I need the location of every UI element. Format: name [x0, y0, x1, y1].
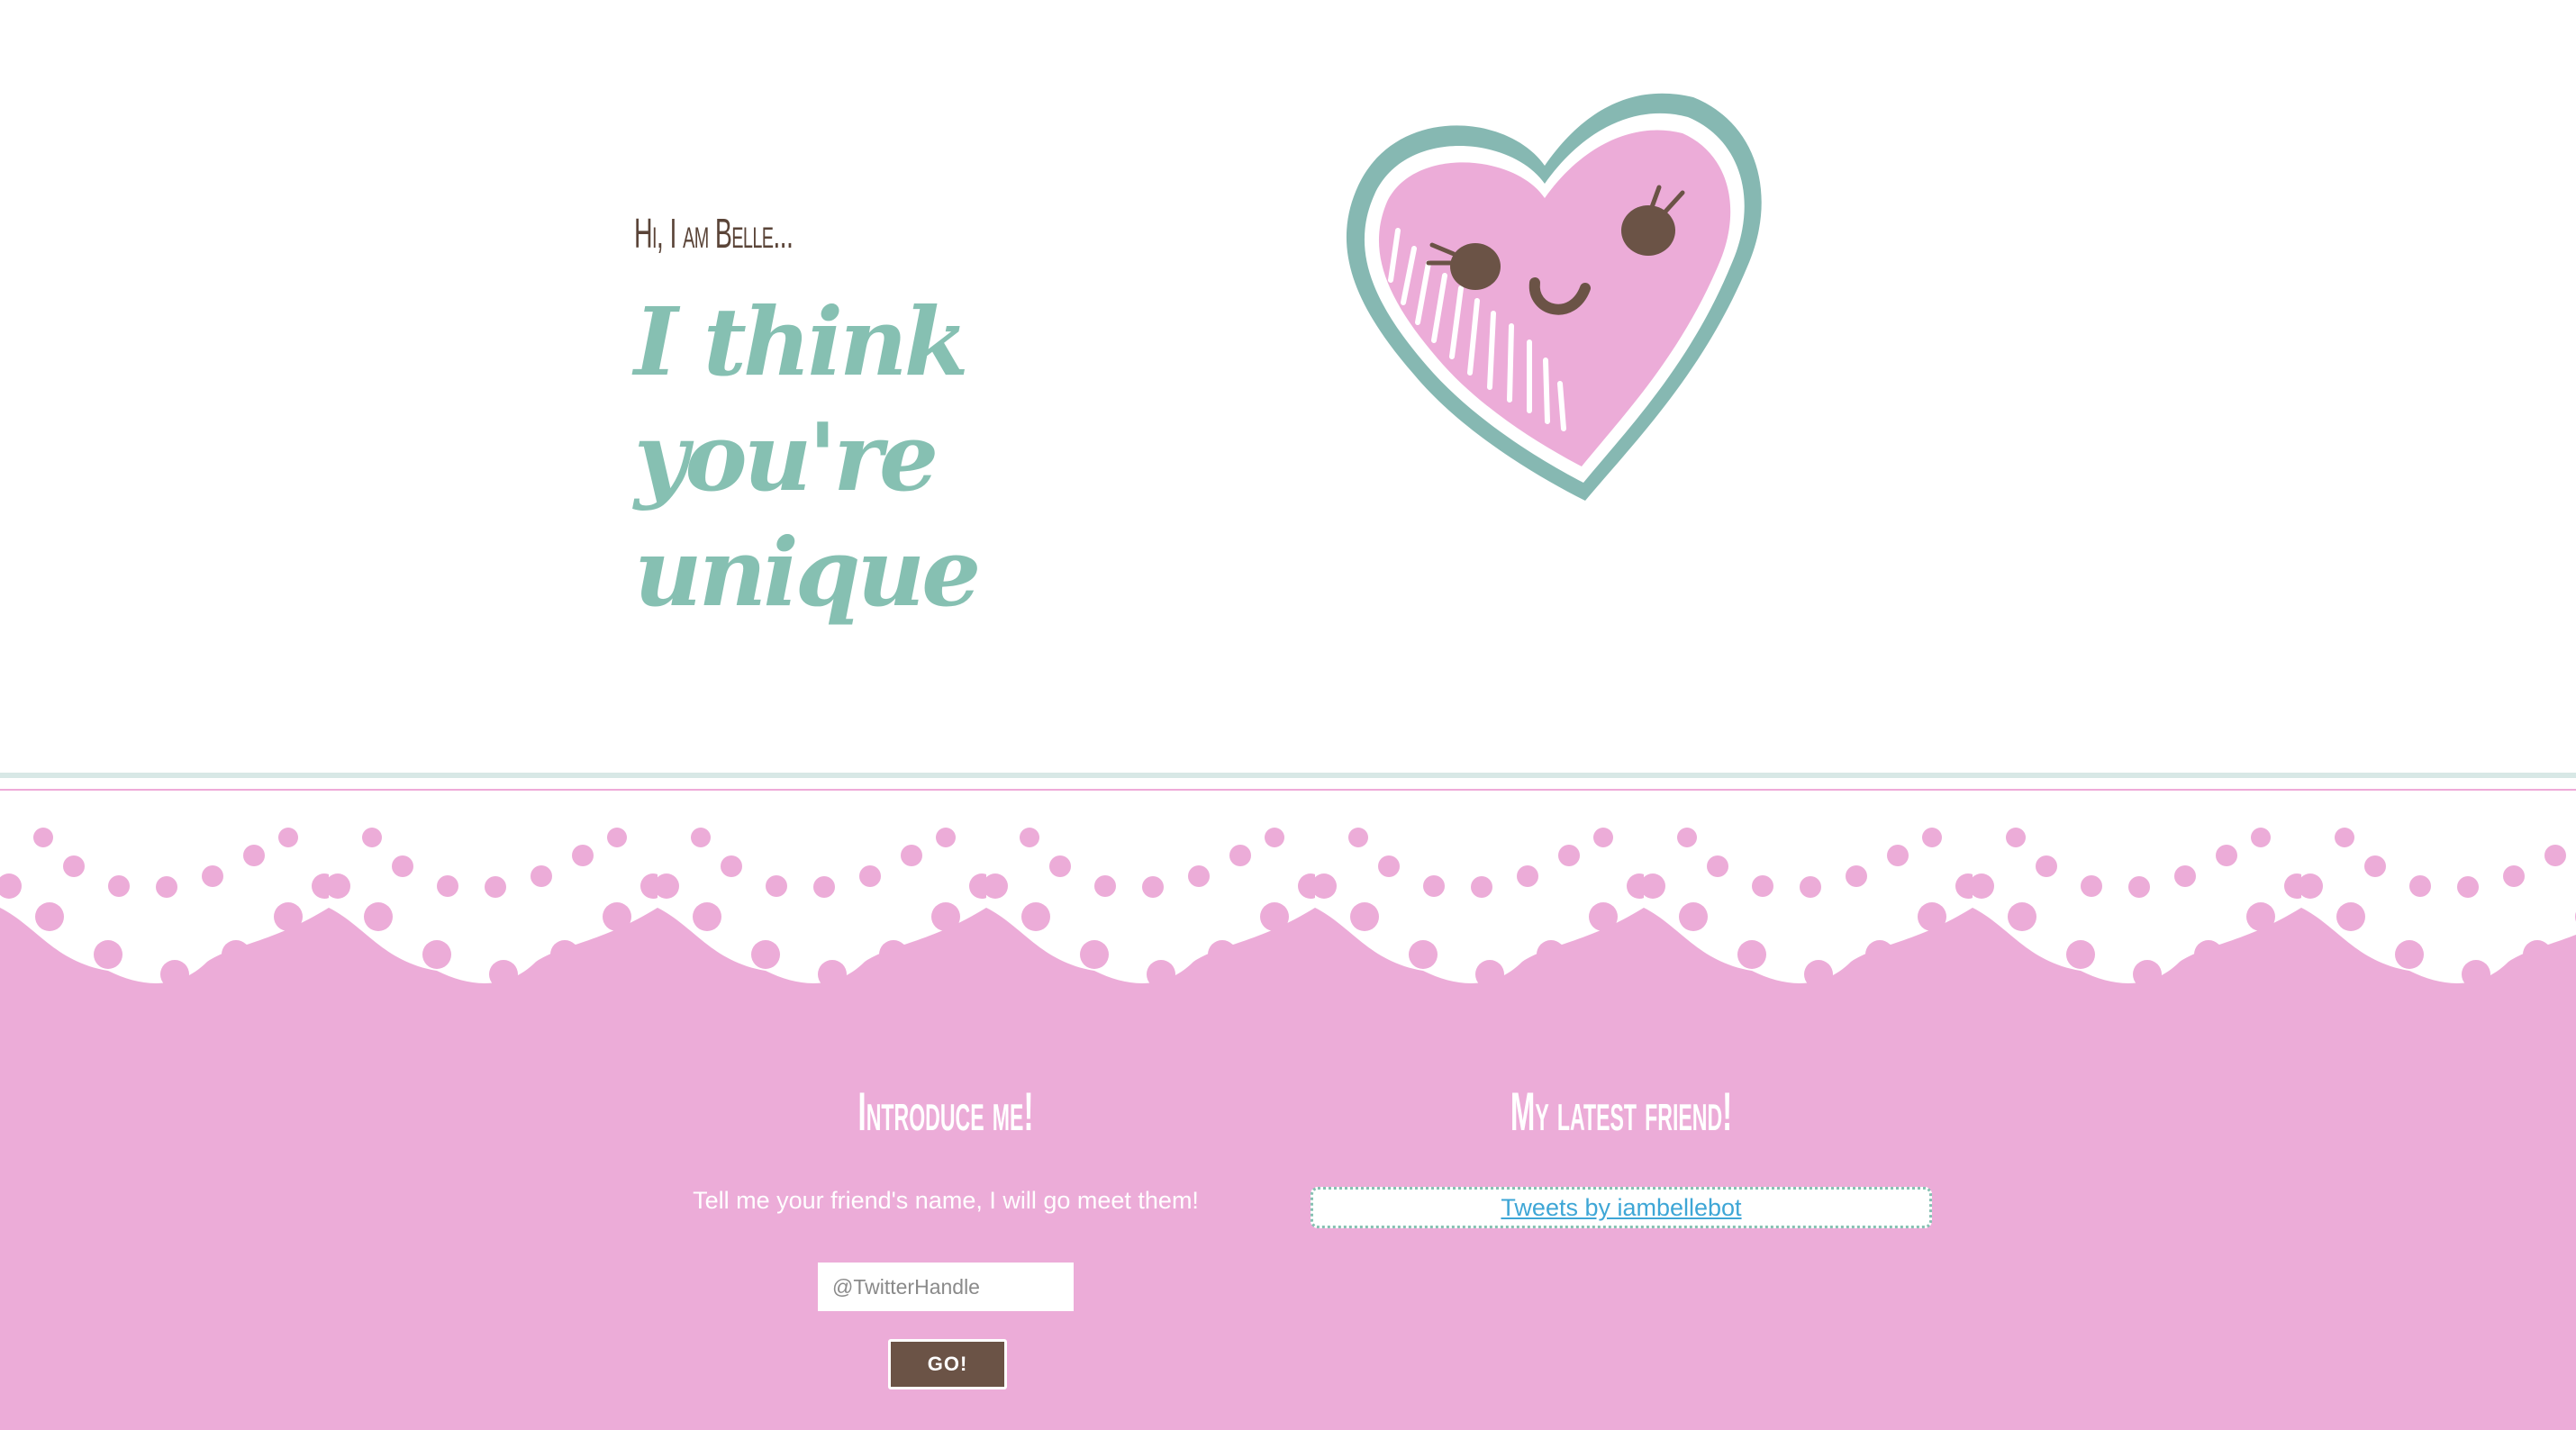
greeting-text: Hi, I am Belle... [634, 210, 794, 257]
hero-section: Hi, I am Belle... I think you're unique [0, 0, 2576, 773]
introduce-heading: Introduce me! [857, 1082, 1034, 1142]
hero-divider [0, 773, 2576, 778]
tweets-link[interactable]: Tweets by iambellebot [1501, 1194, 1741, 1221]
tweets-embed: Tweets by iambellebot [1311, 1187, 1932, 1228]
go-button[interactable]: GO! [888, 1339, 1007, 1389]
bottom-section [0, 1016, 2576, 1430]
latest-friend-heading: My latest friend! [1510, 1082, 1733, 1142]
heart-mascot-icon [1315, 86, 1783, 519]
twitter-handle-input[interactable] [818, 1263, 1074, 1311]
lace-border-decoration [0, 791, 2576, 1016]
introduce-description: Tell me your friend's name, I will go me… [693, 1187, 1199, 1214]
tagline-heading: I think you're unique [634, 286, 981, 628]
